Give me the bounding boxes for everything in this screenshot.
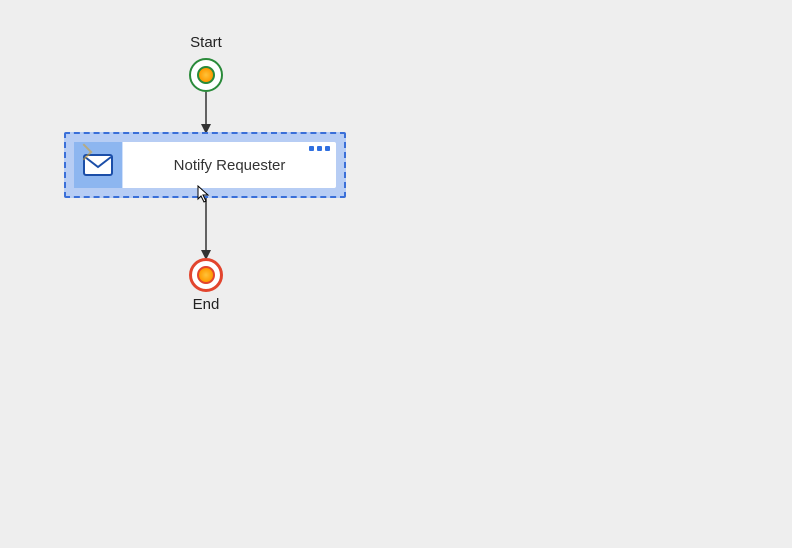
ellipsis-dot — [309, 146, 314, 151]
activity-title: Notify Requester — [123, 157, 336, 174]
end-event-label: End — [176, 296, 236, 313]
start-event-token — [197, 66, 215, 84]
ellipsis-dot — [325, 146, 330, 151]
end-event-token — [197, 266, 215, 284]
start-event[interactable] — [189, 58, 223, 92]
edge-activity-to-end[interactable] — [204, 198, 208, 265]
activity-body: Notify Requester — [74, 142, 336, 188]
start-event-label: Start — [176, 34, 236, 51]
mail-icon — [74, 142, 123, 188]
end-event[interactable] — [189, 258, 223, 292]
activity-menu-button[interactable] — [309, 146, 330, 151]
activity-notify-requester[interactable]: Notify Requester — [64, 132, 346, 198]
ellipsis-dot — [317, 146, 322, 151]
workflow-canvas[interactable]: Start Notify Requester — [0, 0, 792, 548]
